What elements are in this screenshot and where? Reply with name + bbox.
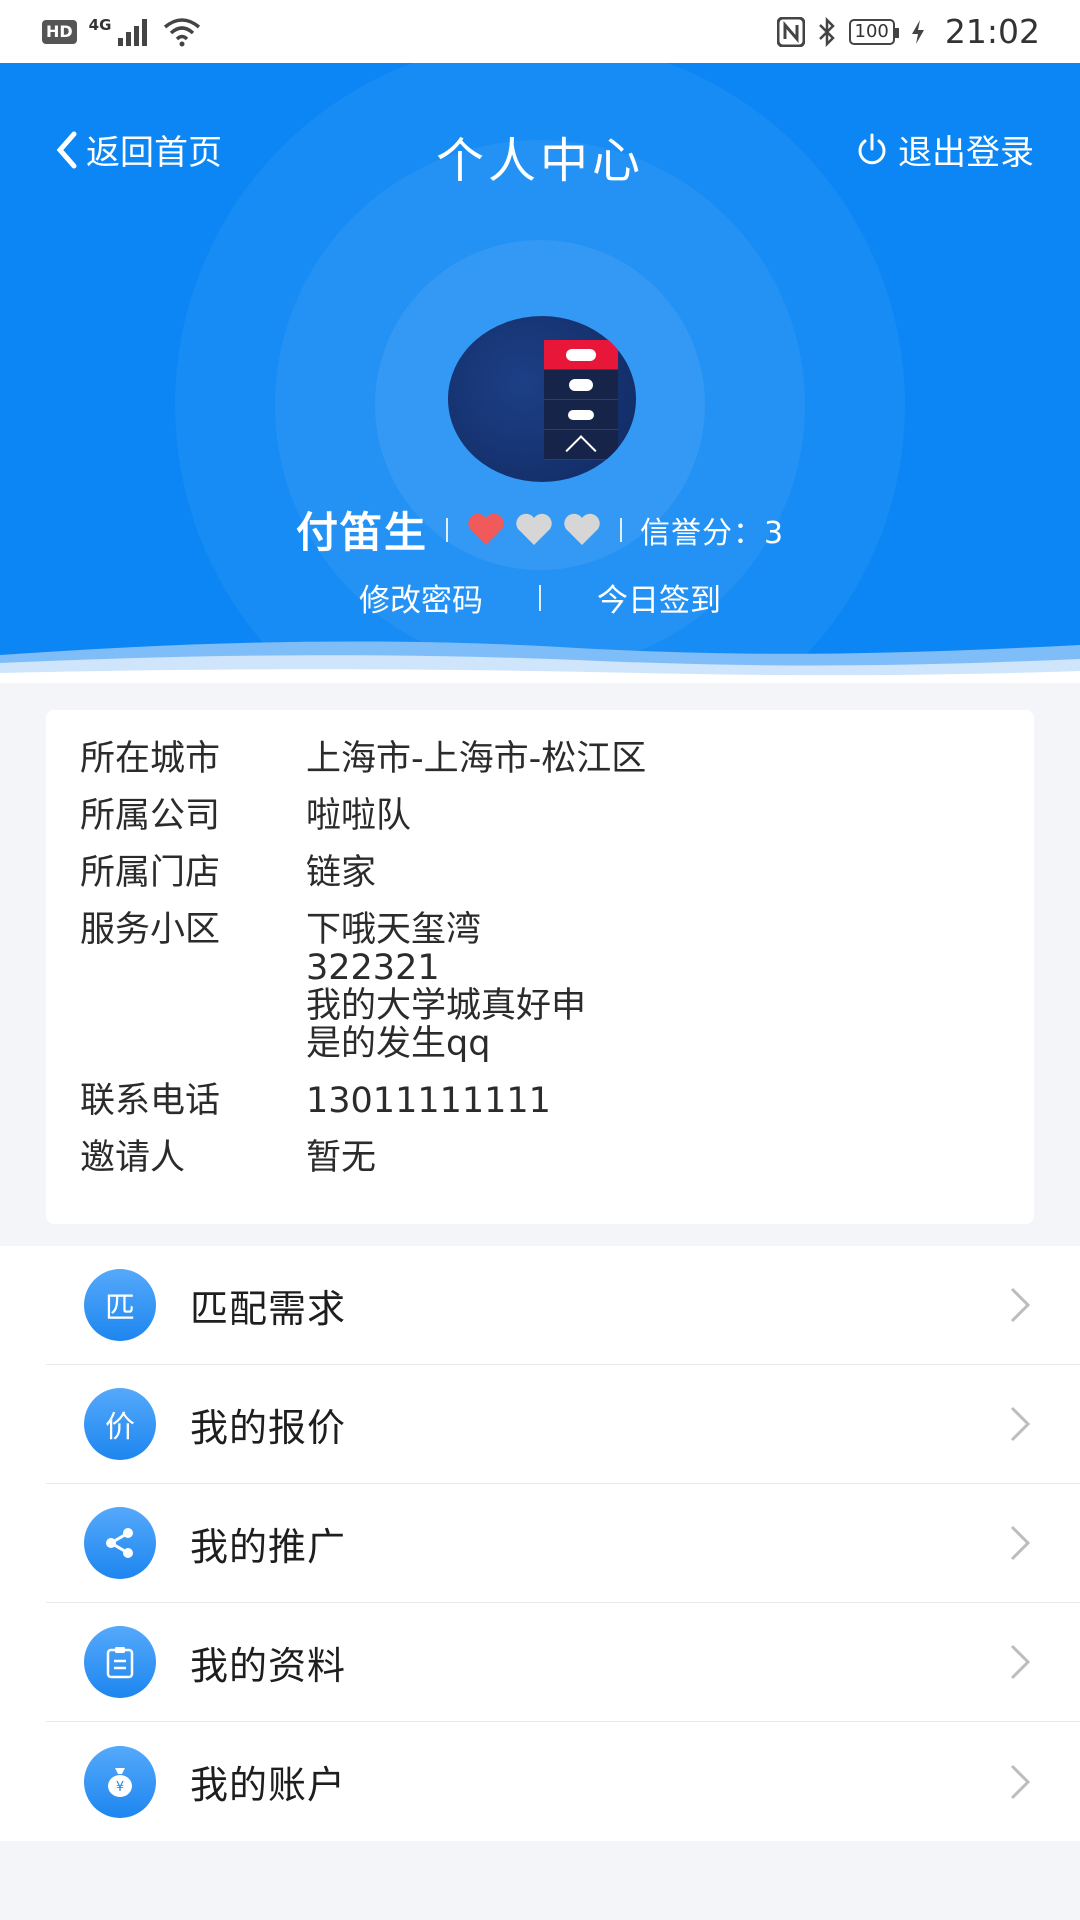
match-icon: 匹 [84,1269,156,1341]
chevron-right-icon [1010,1406,1031,1442]
heart-empty-icon [516,513,552,545]
info-row-city: 所在城市 上海市-上海市-松江区 [80,740,1000,778]
info-value: 链家 [306,853,377,893]
info-label: 联系电话 [80,1081,221,1121]
profile-summary: 付笛生 信誉分：3 [0,499,1080,560]
nfc-icon [776,16,805,47]
chevron-right-icon [1010,1525,1031,1561]
rating-hearts [466,513,602,547]
menu-list: 匹 匹配需求 价 我的报价 我的推广 我的资料 ¥ 我的账户 [0,1246,1080,1841]
divider [619,517,622,542]
menu-item-label: 匹配需求 [190,1286,347,1331]
profile-header: 返回首页 个人中心 退出登录 付笛生 信誉分：3 修改密码 今日签到 [0,63,1080,683]
svg-text:¥: ¥ [116,1780,124,1795]
quote-icon: 价 [84,1388,156,1460]
status-left: HD 4G [42,16,201,48]
share-icon [84,1507,156,1579]
menu-item-account[interactable]: ¥ 我的账户 [46,1722,1080,1841]
status-bar: HD 4G 100 21:02 [0,0,1080,63]
divider [539,584,541,611]
menu-item-quote[interactable]: 价 我的报价 [46,1365,1080,1484]
info-value: 13011111111 [306,1081,551,1121]
menu-item-label: 我的报价 [190,1405,347,1450]
info-row-store: 所属门店 链家 [80,854,1000,892]
menu-item-label: 我的资料 [190,1643,347,1688]
info-label: 所属公司 [80,796,221,836]
clipboard-icon [84,1626,156,1698]
logout-label: 退出登录 [898,133,1034,173]
info-row-inviter: 邀请人 暂无 [80,1139,1000,1177]
info-value: 上海市-上海市-松江区 [306,739,647,779]
info-label: 所在城市 [80,739,221,779]
avatar[interactable] [448,316,636,482]
heart-empty-icon [564,513,600,545]
credit-score: 信誉分：3 [639,515,785,551]
chevron-right-icon [1010,1764,1031,1799]
battery-indicator: 100 [848,18,900,45]
money-bag-icon: ¥ [84,1745,156,1818]
bluetooth-icon [818,16,835,47]
user-name: 付笛生 [295,508,428,557]
menu-item-profile-data[interactable]: 我的资料 [46,1603,1080,1722]
info-label: 邀请人 [80,1138,186,1178]
info-row-phone: 联系电话 13011111111 [80,1082,1000,1120]
chevron-right-icon [1010,1287,1031,1323]
hd-badge: HD [42,19,77,44]
heart-filled-icon [468,513,504,545]
info-row-company: 所属公司 啦啦队 [80,797,1000,835]
info-label: 所属门店 [80,853,221,893]
info-row-community: 服务小区 下哦天玺湾 322321 我的大学城真好申 是的发生qq [80,911,1000,1063]
signal-icon [118,18,148,46]
profile-info-card: 所在城市 上海市-上海市-松江区 所属公司 啦啦队 所属门店 链家 服务小区 下… [46,710,1034,1224]
charging-icon [911,19,924,44]
menu-item-label: 我的推广 [190,1524,347,1569]
network-type: 4G [88,15,112,34]
header-wave [0,641,1080,683]
info-value: 下哦天玺湾 322321 我的大学城真好申 是的发生qq [306,910,587,1064]
status-right: 100 21:02 [776,12,1040,51]
info-label: 服务小区 [80,910,221,950]
menu-item-promotion[interactable]: 我的推广 [46,1484,1080,1603]
clock: 21:02 [944,12,1040,51]
info-value: 暂无 [306,1138,377,1178]
logout-button[interactable]: 退出登录 [854,125,1034,174]
wifi-icon [164,17,201,46]
chevron-right-icon [1010,1644,1031,1680]
menu-item-label: 我的账户 [190,1763,347,1807]
menu-item-match[interactable]: 匹 匹配需求 [46,1246,1080,1365]
power-icon [858,133,886,164]
info-value: 啦啦队 [306,796,412,836]
divider [445,517,448,542]
avatar-image [544,340,618,466]
